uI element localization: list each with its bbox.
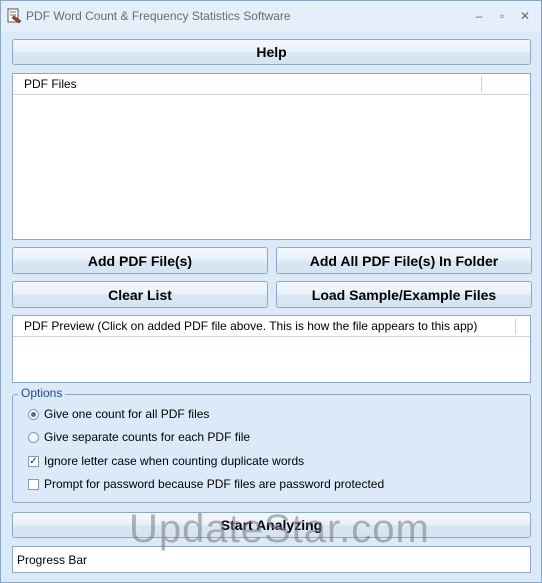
close-button[interactable]: ✕ — [515, 7, 535, 25]
pdf-preview-header: PDF Preview (Click on added PDF file abo… — [13, 316, 530, 337]
maximize-button[interactable]: ▫ — [492, 7, 512, 25]
option-ignore-case[interactable]: ✓ Ignore letter case when counting dupli… — [28, 453, 304, 469]
option-label: Give separate counts for each PDF file — [44, 430, 251, 444]
option-prompt-password[interactable]: Prompt for password because PDF files ar… — [28, 476, 384, 492]
checkbox-checked[interactable]: ✓ — [28, 455, 39, 467]
app-window: PDF Word Count & Frequency Statistics So… — [0, 0, 542, 583]
add-folder-button[interactable]: Add All PDF File(s) In Folder — [276, 247, 532, 274]
option-label: Give one count for all PDF files — [44, 407, 210, 421]
radio-unselected[interactable] — [28, 431, 39, 443]
pdf-preview-column-header[interactable]: PDF Preview (Click on added PDF file abo… — [24, 319, 477, 333]
progress-bar: Progress Bar — [12, 546, 531, 573]
pdf-files-column-header[interactable]: PDF Files — [24, 77, 77, 91]
column-divider[interactable] — [515, 318, 516, 334]
progress-bar-label: Progress Bar — [17, 553, 88, 567]
help-button[interactable]: Help — [12, 39, 531, 65]
option-one-count[interactable]: Give one count for all PDF files — [28, 406, 209, 422]
minimize-button[interactable]: – — [469, 7, 489, 25]
load-sample-button[interactable]: Load Sample/Example Files — [276, 281, 532, 308]
pdf-files-list-header: PDF Files — [13, 74, 530, 95]
column-divider[interactable] — [481, 76, 482, 92]
clear-list-button[interactable]: Clear List — [12, 281, 268, 308]
add-pdf-files-button[interactable]: Add PDF File(s) — [12, 247, 268, 274]
start-analyzing-button[interactable]: Start Analyzing — [12, 512, 531, 538]
app-icon — [7, 8, 22, 24]
window-title: PDF Word Count & Frequency Statistics So… — [26, 9, 291, 23]
option-label: Ignore letter case when counting duplica… — [44, 454, 305, 468]
radio-selected[interactable] — [28, 408, 39, 420]
pdf-files-list[interactable]: PDF Files — [12, 73, 531, 240]
title-bar[interactable]: PDF Word Count & Frequency Statistics So… — [1, 1, 541, 32]
option-label: Prompt for password because PDF files ar… — [44, 477, 385, 491]
pdf-preview-panel[interactable]: PDF Preview (Click on added PDF file abo… — [12, 315, 531, 383]
option-separate-counts[interactable]: Give separate counts for each PDF file — [28, 429, 250, 445]
options-group-label: Options — [18, 386, 66, 400]
checkbox-unchecked[interactable] — [28, 478, 39, 490]
